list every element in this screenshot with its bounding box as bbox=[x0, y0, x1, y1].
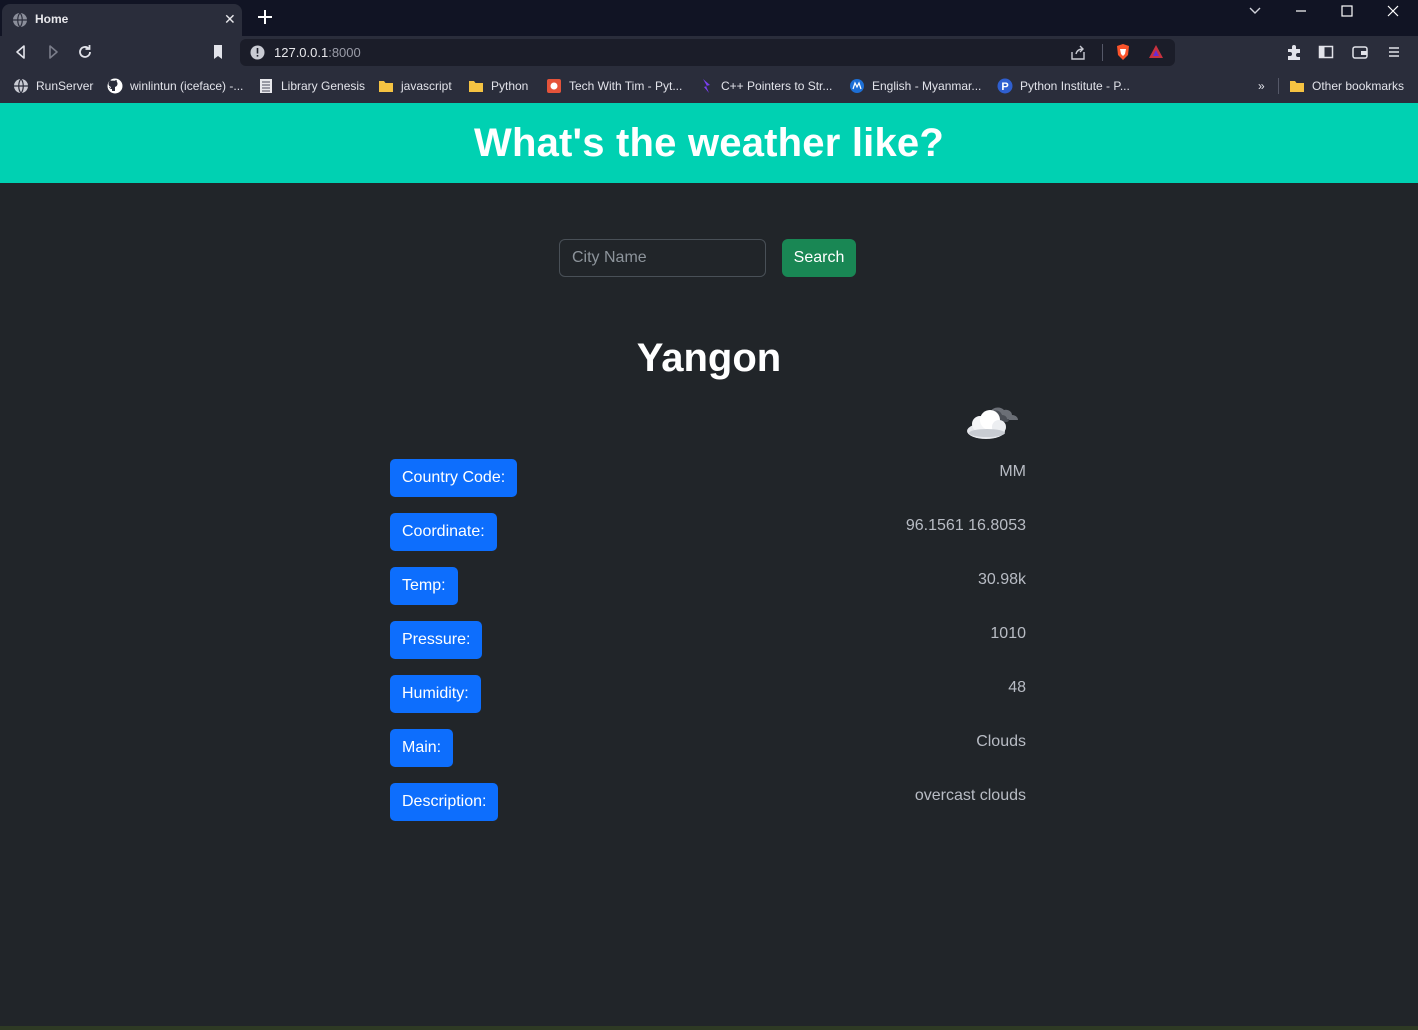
tab-close-icon[interactable]: ✕ bbox=[224, 11, 236, 27]
site-info-icon[interactable] bbox=[250, 45, 265, 60]
humidity-value: 48 bbox=[1008, 679, 1026, 696]
brave-rewards-icon[interactable] bbox=[1147, 43, 1165, 61]
menu-icon[interactable] bbox=[1385, 43, 1403, 61]
brave-shields-icon[interactable] bbox=[1114, 43, 1132, 61]
country-code-value: MM bbox=[999, 463, 1026, 480]
temp-label: Temp: bbox=[390, 567, 458, 605]
forward-icon[interactable] bbox=[44, 43, 62, 61]
reload-icon[interactable] bbox=[76, 43, 94, 61]
folder-icon bbox=[469, 81, 483, 92]
tab-search-icon[interactable] bbox=[1245, 3, 1265, 19]
maximize-icon[interactable] bbox=[1337, 3, 1357, 19]
bookmark-item[interactable]: Library Genesis bbox=[258, 76, 365, 96]
bookmark-item[interactable]: winlintun (iceface) -... bbox=[107, 76, 243, 96]
bookmark-item[interactable]: javascript bbox=[378, 76, 452, 96]
extensions-icon[interactable] bbox=[1285, 43, 1303, 61]
bookmark-item[interactable]: P Python Institute - P... bbox=[997, 76, 1130, 96]
temp-value: 30.98k bbox=[977, 571, 1026, 588]
humidity-label: Humidity: bbox=[390, 675, 481, 713]
wallet-icon[interactable] bbox=[1351, 43, 1369, 61]
folder-icon bbox=[379, 81, 393, 92]
minimize-icon[interactable] bbox=[1291, 3, 1311, 19]
bookmark-label: C++ Pointers to Str... bbox=[721, 79, 833, 93]
bookmark-label: Python bbox=[491, 79, 529, 93]
bookmarks-divider bbox=[1278, 78, 1279, 94]
main-label: Main: bbox=[390, 729, 454, 767]
share-icon[interactable] bbox=[1069, 44, 1087, 62]
city-name-input[interactable] bbox=[559, 239, 766, 277]
other-bookmarks-label: Other bookmarks bbox=[1312, 79, 1405, 93]
bookmark-item[interactable]: RunServer bbox=[13, 76, 93, 96]
bookmark-label: Library Genesis bbox=[281, 79, 366, 93]
city-name-heading: Yangon bbox=[636, 336, 782, 380]
bookmark-icon[interactable] bbox=[209, 43, 227, 61]
browser-toolbar: 127.0.0.1:8000 bbox=[0, 36, 1418, 69]
window-bottom-edge bbox=[0, 1026, 1418, 1030]
new-tab-icon[interactable] bbox=[256, 8, 274, 26]
other-bookmarks[interactable]: Other bookmarks bbox=[1289, 76, 1404, 96]
hero-banner: What's the weather like? bbox=[0, 103, 1418, 183]
back-icon[interactable] bbox=[12, 43, 30, 61]
site-icon bbox=[850, 79, 864, 93]
github-icon bbox=[107, 78, 123, 94]
site-icon bbox=[703, 79, 710, 93]
site-icon: P bbox=[997, 78, 1013, 94]
tab-strip: Home ✕ bbox=[0, 0, 1418, 36]
book-icon bbox=[260, 79, 272, 93]
bookmark-label: winlintun (iceface) -... bbox=[130, 79, 244, 93]
main-value: Clouds bbox=[976, 733, 1026, 750]
coordinate-label: Coordinate: bbox=[390, 513, 497, 551]
country-code-label: Country Code: bbox=[390, 459, 518, 497]
bookmark-item[interactable]: English - Myanmar... bbox=[849, 76, 981, 96]
bookmark-label: Tech With Tim - Pyt... bbox=[569, 79, 683, 93]
tab-title: Home bbox=[35, 12, 69, 26]
browser-tab[interactable]: Home ✕ bbox=[2, 4, 242, 36]
pressure-value: 1010 bbox=[990, 625, 1026, 642]
bookmark-item[interactable]: Python bbox=[468, 76, 528, 96]
globe-icon bbox=[14, 78, 28, 94]
bookmarks-bar: RunServer winlintun (iceface) -... Libra… bbox=[0, 69, 1418, 103]
address-bar[interactable]: 127.0.0.1:8000 bbox=[240, 39, 1175, 66]
sidebar-icon[interactable] bbox=[1317, 43, 1335, 61]
pressure-label: Pressure: bbox=[390, 621, 483, 659]
bookmark-label: javascript bbox=[401, 79, 452, 93]
cloud-icon bbox=[967, 407, 1018, 439]
folder-icon bbox=[1290, 81, 1304, 92]
bookmark-label: RunServer bbox=[36, 79, 94, 93]
site-icon bbox=[547, 79, 561, 93]
bookmark-label: Python Institute - P... bbox=[1020, 79, 1130, 93]
svg-text:P: P bbox=[1001, 81, 1008, 93]
omnibox-divider bbox=[1102, 44, 1103, 61]
description-label: Description: bbox=[390, 783, 499, 821]
bookmark-label: English - Myanmar... bbox=[872, 79, 982, 93]
url-text: 127.0.0.1:8000 bbox=[274, 45, 361, 60]
overflow-chevron-icon: » bbox=[1258, 79, 1265, 93]
close-window-icon[interactable] bbox=[1383, 3, 1403, 19]
coordinate-value: 96.1561 16.8053 bbox=[905, 517, 1026, 534]
search-button[interactable]: Search bbox=[782, 239, 856, 277]
bookmarks-overflow[interactable]: » bbox=[1258, 76, 1265, 96]
bookmark-item[interactable]: Tech With Tim - Pyt... bbox=[546, 76, 682, 96]
globe-icon bbox=[13, 12, 27, 28]
page-title: What's the weather like? bbox=[474, 121, 944, 165]
bookmark-item[interactable]: C++ Pointers to Str... bbox=[698, 76, 832, 96]
description-value: overcast clouds bbox=[914, 787, 1026, 804]
